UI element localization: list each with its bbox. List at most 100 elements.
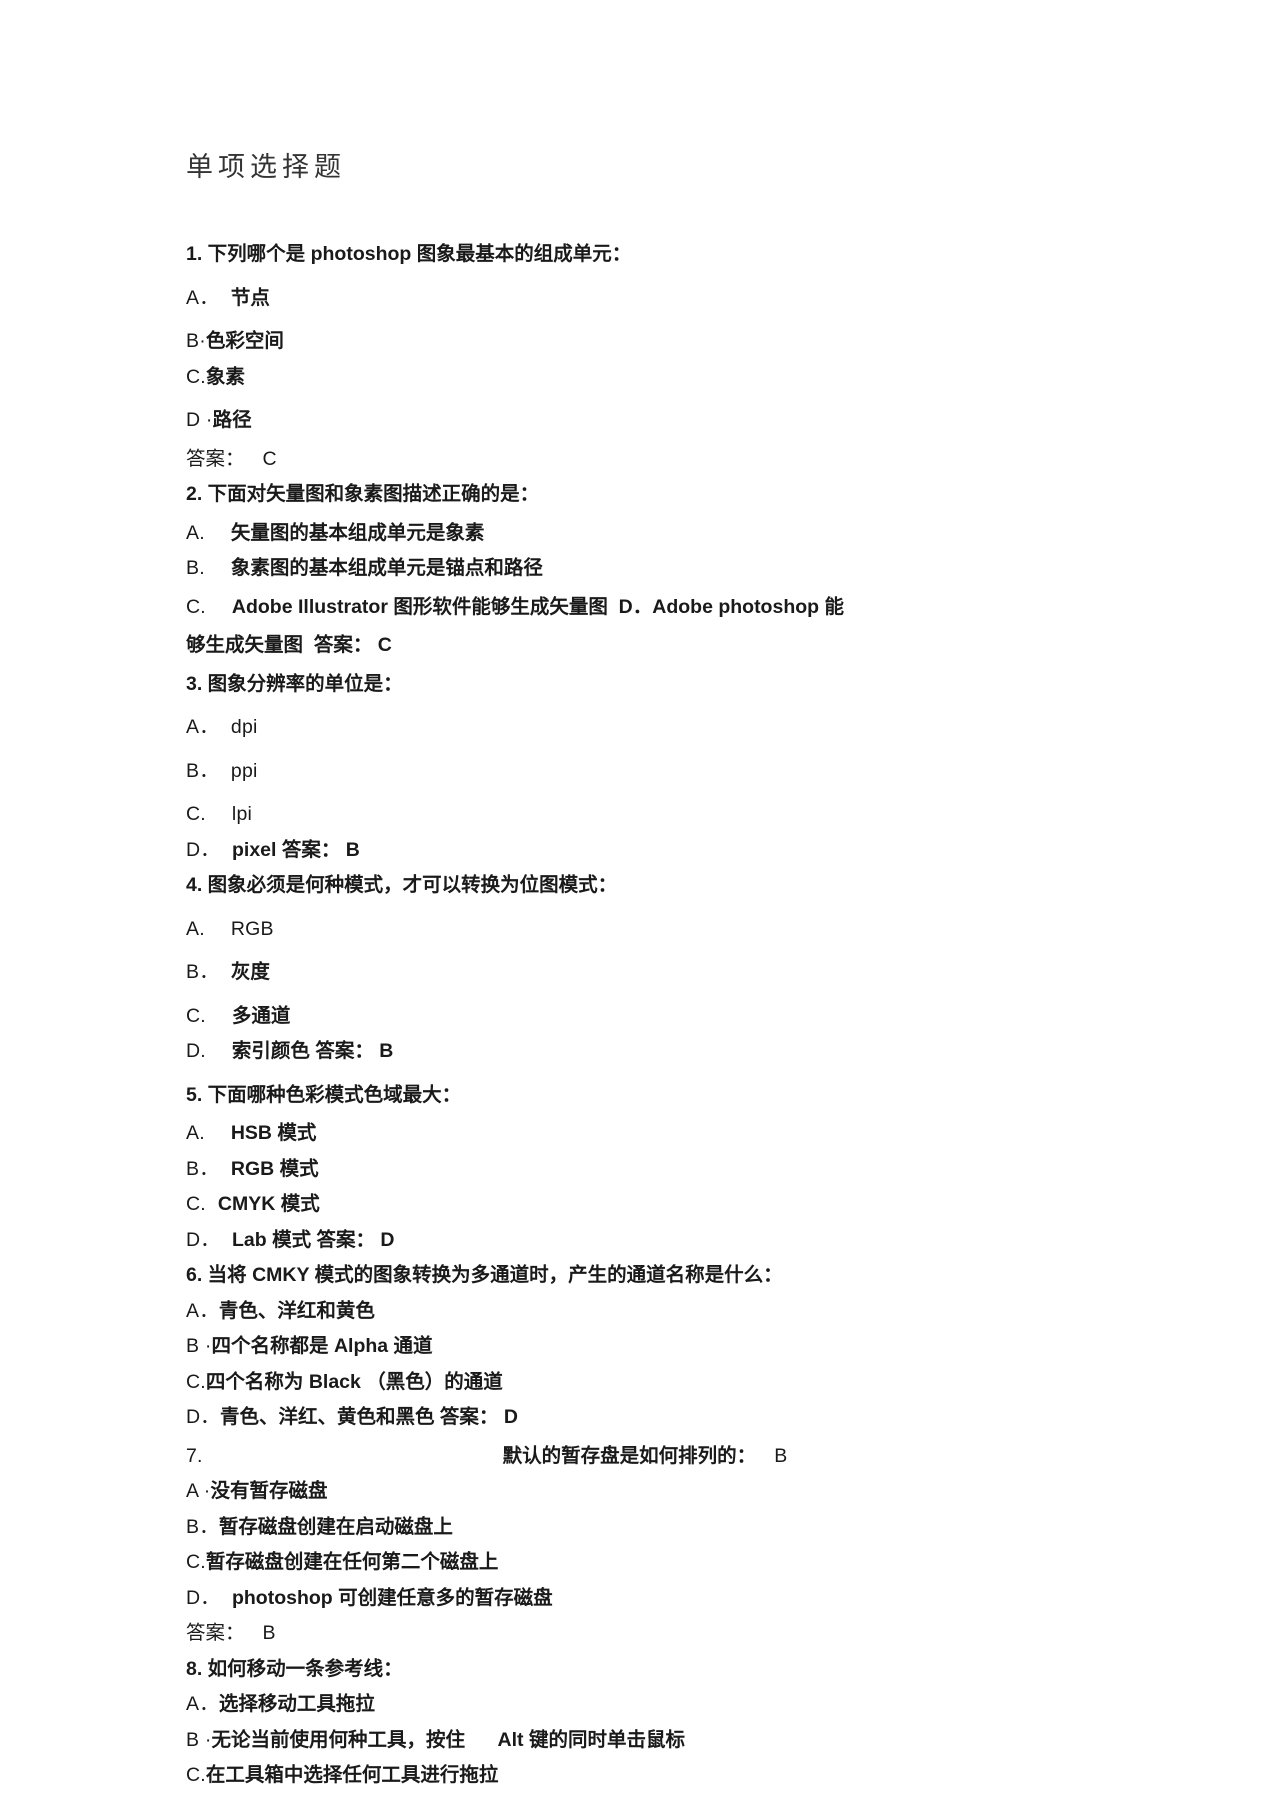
option-text-b: 无论当前使用何种工具，按住 Alt 键的同时单击鼠标 xyxy=(211,1728,685,1751)
option-text-a: 矢量图的基本组成单元是象素 xyxy=(230,521,485,544)
question-6: 6. 当将 CMKY 模式的图象转换为多通道时，产生的通道名称是什么： A．青色… xyxy=(186,1266,1146,1428)
question-6-option-b: B ·四个名称都是 Alpha 通道 xyxy=(186,1335,1146,1358)
question-7-inline-answer: B xyxy=(774,1444,788,1467)
option-label-c: C. xyxy=(186,1764,206,1787)
question-8-option-a: A．选择移动工具拖拉 xyxy=(186,1693,1146,1716)
question-7-option-a: A ·没有暂存磁盘 xyxy=(186,1480,1146,1503)
option-label-c: C. xyxy=(186,1193,206,1216)
question-6-option-a: A．青色、洋红和黄色 xyxy=(186,1299,1146,1322)
option-text-a: 选择移动工具拖拉 xyxy=(218,1693,375,1716)
option-text-a: 节点 xyxy=(230,286,270,309)
option-label-c: C. xyxy=(186,1004,206,1027)
option-label-c: C. xyxy=(186,803,206,826)
question-2-stem: 2. 下面对矢量图和象素图描述正确的是： xyxy=(186,483,540,506)
question-4: 4. 图象必须是何种模式，才可以转换为位图模式： A. RGB B． 灰度 C. 多通… xyxy=(186,876,1146,1062)
question-8: 8. 如何移动一条参考线： A．选择移动工具拖拉 B ·无论当前使用何种工具，按… xyxy=(186,1657,1146,1787)
option-label-c: C. xyxy=(186,595,206,618)
answer-label: 答案： xyxy=(186,447,245,470)
option-text-b: 色彩空间 xyxy=(205,330,284,353)
option-label-a: A． xyxy=(186,1693,219,1716)
question-3-stem: 3. 图象分辨率的单位是： xyxy=(186,672,403,695)
option-text-d: photoshop 可创建任意多的暂存磁盘 xyxy=(231,1586,553,1609)
option-label-d: D. xyxy=(186,1040,206,1063)
question-5-option-d: D． Lab 模式 答案： D xyxy=(186,1228,1146,1251)
question-5-stem: 5. 下面哪种色彩模式色域最大： xyxy=(186,1083,462,1106)
option-label-c: C. xyxy=(186,365,206,388)
option-text-d: pixel 答案： B xyxy=(231,838,360,861)
option-text-a: dpi xyxy=(230,716,258,739)
question-7-option-b: B．暂存磁盘创建在启动磁盘上 xyxy=(186,1515,1146,1538)
answer-value: C xyxy=(262,447,277,470)
question-1-option-a: A． 节点 xyxy=(186,286,1146,309)
option-text-c: CMYK 模式 xyxy=(217,1193,320,1216)
question-1-option-c: C.象素 xyxy=(186,365,1146,388)
option-label-a: A · xyxy=(186,1480,211,1503)
question-7-option-d: D． photoshop 可创建任意多的暂存磁盘 xyxy=(186,1586,1146,1609)
option-text-b: 象素图的基本组成单元是锚点和路径 xyxy=(230,557,543,580)
option-text-c: 多通道 xyxy=(231,1004,291,1027)
question-2-option-c-wrap: 够生成矢量图 答案： C xyxy=(186,634,392,657)
option-label-c: C. xyxy=(186,1370,206,1393)
document-body: 单项选择题 1. 下列哪个是 photoshop 图象最基本的组成单元： A． 节… xyxy=(186,150,1146,1786)
option-label-b: B· xyxy=(186,330,206,353)
option-label-b: B． xyxy=(186,759,219,782)
option-text-d: 索引颜色 答案： B xyxy=(231,1040,394,1063)
option-text-a: 没有暂存磁盘 xyxy=(210,1480,328,1503)
option-label-c: C. xyxy=(186,1551,206,1574)
question-1-answer: 答案： C xyxy=(186,447,1146,470)
option-text-d: 青色、洋红、黄色和黑色 答案： D xyxy=(219,1406,518,1429)
option-label-b: B. xyxy=(186,557,205,580)
option-label-a: A． xyxy=(186,716,219,739)
question-1-option-b: B·色彩空间 xyxy=(186,330,1146,353)
question-6-option-d: D．青色、洋红、黄色和黑色 答案： D xyxy=(186,1406,1146,1429)
option-text-a: RGB xyxy=(230,917,274,940)
question-7-stem: 7. 默认的暂存盘是如何排列的： B xyxy=(186,1444,1146,1467)
question-5-option-a: A. HSB 模式 xyxy=(186,1122,1146,1145)
question-2-option-a: A. 矢量图的基本组成单元是象素 xyxy=(186,521,1146,544)
option-label-d: D． xyxy=(186,1228,220,1251)
question-7-answer: 答案： B xyxy=(186,1622,1146,1645)
option-label-b: B · xyxy=(186,1728,212,1751)
question-6-stem: 6. 当将 CMKY 模式的图象转换为多通道时，产生的通道名称是什么： xyxy=(186,1264,783,1287)
option-text-c: 在工具箱中选择任何工具进行拖拉 xyxy=(205,1764,499,1787)
option-text-a: HSB 模式 xyxy=(230,1122,317,1145)
document-page: 单项选择题 1. 下列哪个是 photoshop 图象最基本的组成单元： A． 节… xyxy=(0,0,1274,1804)
option-label-b: B · xyxy=(186,1335,212,1358)
option-label-a: A． xyxy=(186,1299,219,1322)
option-text-b: RGB 模式 xyxy=(230,1157,319,1180)
option-text-c: 四个名称为 Black （黑色）的通道 xyxy=(205,1370,503,1393)
option-label-a: A． xyxy=(186,286,219,309)
question-7-option-c: C.暂存磁盘创建在任何第二个磁盘上 xyxy=(186,1551,1146,1574)
option-label-a: A. xyxy=(186,917,205,940)
option-label-b: B． xyxy=(186,1515,219,1538)
question-3-option-d: D． pixel 答案： B xyxy=(186,838,1146,861)
question-5-option-c: C. CMYK 模式 xyxy=(186,1193,1146,1216)
option-label-b: B． xyxy=(186,1157,219,1180)
question-4-option-a: A. RGB xyxy=(186,917,1146,940)
option-text-a: 青色、洋红和黄色 xyxy=(218,1299,375,1322)
option-text-b: 四个名称都是 Alpha 通道 xyxy=(211,1335,433,1358)
question-2-option-b: B. 象素图的基本组成单元是锚点和路径 xyxy=(186,557,1146,580)
option-label-d: D · xyxy=(186,409,213,432)
option-text-b: 暂存磁盘创建在启动磁盘上 xyxy=(218,1515,453,1538)
option-text-b: 灰度 xyxy=(230,961,270,984)
question-4-option-d: D. 索引颜色 答案： B xyxy=(186,1040,1146,1063)
question-8-option-b: B ·无论当前使用何种工具，按住 Alt 键的同时单击鼠标 xyxy=(186,1728,1146,1751)
question-7: 7. 默认的暂存盘是如何排列的： B A ·没有暂存磁盘 B．暂存磁盘创建在启动磁盘… xyxy=(186,1444,1146,1645)
question-6-option-c: C.四个名称为 Black （黑色）的通道 xyxy=(186,1370,1146,1393)
question-2: 2. 下面对矢量图和象素图描述正确的是： A. 矢量图的基本组成单元是象素 B. 象… xyxy=(186,485,1146,656)
option-text-c: lpi xyxy=(231,803,253,826)
option-label-d: D． xyxy=(186,1406,220,1429)
option-text-c: 暂存磁盘创建在任何第二个磁盘上 xyxy=(205,1551,499,1574)
option-text-c: 象素 xyxy=(205,365,245,388)
question-7-stem-text: 默认的暂存盘是如何排列的： xyxy=(502,1444,757,1467)
answer-label: 答案： xyxy=(186,1622,245,1645)
question-7-number: 7. xyxy=(186,1444,203,1467)
question-1: 1. 下列哪个是 photoshop 图象最基本的组成单元： A． 节点 B·色彩… xyxy=(186,245,1146,469)
question-8-stem: 8. 如何移动一条参考线： xyxy=(186,1657,403,1680)
question-1-option-d: D ·路径 xyxy=(186,409,1146,432)
option-text-d: 路径 xyxy=(212,409,252,432)
question-5: 5. 下面哪种色彩模式色域最大： A. HSB 模式 B． RGB 模式 C. CMY… xyxy=(186,1083,1146,1251)
option-text-c: Adobe Illustrator 图形软件能够生成矢量图 D．Adobe ph… xyxy=(231,595,844,618)
option-label-a: A. xyxy=(186,1122,205,1145)
